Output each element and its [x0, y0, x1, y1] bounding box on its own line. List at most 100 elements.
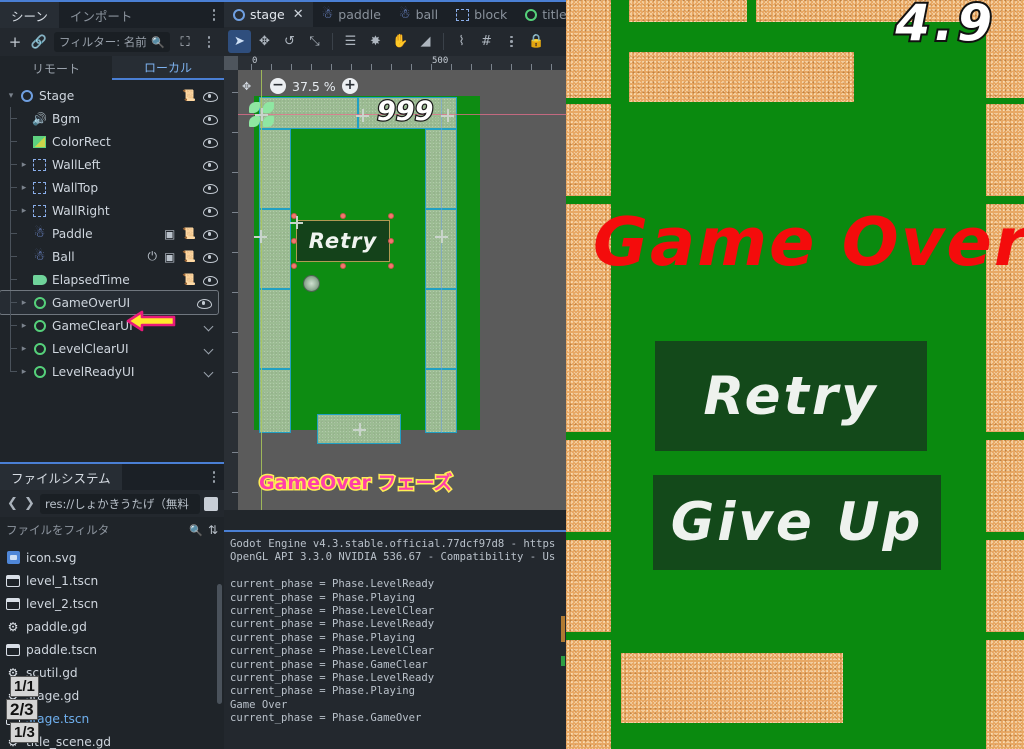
script-icon[interactable]: 📜	[182, 89, 196, 102]
select-icon[interactable]: ➤	[228, 30, 251, 53]
visibility-eye-icon[interactable]	[203, 135, 218, 148]
selection-handle-br[interactable]	[388, 263, 394, 269]
animation-icon[interactable]: ▣	[164, 250, 175, 264]
script-icon[interactable]: 📜	[182, 273, 196, 286]
snap-options-icon[interactable]	[500, 30, 523, 53]
editor-tab-ball[interactable]: ☃ ball	[390, 2, 447, 27]
scene-file-icon	[4, 574, 22, 587]
link-icon[interactable]: 🔗	[30, 33, 48, 51]
viewport-ruler-corner[interactable]	[224, 56, 238, 70]
tree-expander[interactable]: ▸	[17, 367, 31, 377]
pan-icon[interactable]: ✋	[389, 30, 412, 53]
scene-tree-item-ball[interactable]: ☃ Ball ⏻ ▣ 📜	[0, 245, 224, 268]
visibility-eye-icon[interactable]	[203, 112, 218, 125]
filesystem-scrollbar[interactable]	[217, 584, 222, 704]
scene-tree-item-gameclearui[interactable]: ▸ GameClearUI	[0, 314, 224, 337]
tree-expander[interactable]: ▸	[17, 206, 31, 216]
tree-expander[interactable]: ▸	[17, 183, 31, 193]
tab-local[interactable]: ローカル	[112, 56, 224, 80]
game-retry-button[interactable]: Retry	[655, 341, 927, 451]
tab-import[interactable]: インポート	[59, 2, 144, 28]
visibility-eye-icon[interactable]	[203, 204, 218, 217]
chevron-down-icon[interactable]	[204, 343, 216, 355]
scene-tree-item-wallright[interactable]: ▸ WallRight	[0, 199, 224, 222]
tree-expander[interactable]: ▸	[17, 321, 31, 331]
scene-tree-item-stage[interactable]: ▾ Stage 📜	[0, 84, 224, 107]
filesystem-item-paddle-gd[interactable]: ⚙ paddle.gd	[0, 615, 224, 638]
game-giveup-button[interactable]: Give Up	[653, 475, 941, 570]
retry-button-in-viewport[interactable]: Retry	[296, 220, 390, 262]
scene-tree-item-elapsedtime[interactable]: ElapsedTime 📜	[0, 268, 224, 291]
scene-tree-item-gameoverui[interactable]: ▸ GameOverUI	[0, 290, 219, 315]
selection-handle-ml[interactable]	[291, 238, 297, 244]
visibility-eye-icon[interactable]	[203, 89, 218, 102]
move-icon[interactable]: ✥	[253, 30, 276, 53]
zoom-in-icon[interactable]: +	[342, 78, 358, 94]
rotate-icon[interactable]: ↺	[278, 30, 301, 53]
game-window[interactable]: 4.9 Game Over Retry Give Up	[566, 0, 1024, 749]
filesystem-item-icon-svg[interactable]: icon.svg	[0, 546, 224, 569]
scene-tree-menu-icon[interactable]	[200, 33, 218, 51]
filesystem-item-level_2-tscn[interactable]: level_2.tscn	[0, 592, 224, 615]
filesystem-item-paddle-tscn[interactable]: paddle.tscn	[0, 638, 224, 661]
visibility-eye-icon[interactable]	[203, 227, 218, 240]
scene-tree-item-wallleft[interactable]: ▸ WallLeft	[0, 153, 224, 176]
selection-handle-tr[interactable]	[388, 213, 394, 219]
zoom-out-icon[interactable]: −	[270, 78, 286, 94]
scene-tree-item-levelclearui[interactable]: ▸ LevelClearUI	[0, 337, 224, 360]
scene-dock-menu-button[interactable]	[208, 2, 221, 28]
editor-tab-stage[interactable]: stage ✕	[224, 2, 313, 27]
viewport-center-view-icon[interactable]: ✥	[242, 80, 251, 93]
sort-icon[interactable]: ⇅	[208, 523, 218, 537]
scene-tree-item-colorrect[interactable]: ColorRect	[0, 130, 224, 153]
instance-scene-icon[interactable]: ⛶	[176, 33, 194, 51]
tree-expander[interactable]: ▸	[17, 160, 31, 170]
zoom-level-label[interactable]: 37.5 %	[292, 79, 336, 94]
filesystem-filter-input[interactable]: ファイルをフィルタ	[6, 522, 184, 538]
visibility-eye-icon[interactable]	[203, 273, 218, 286]
editor-tab-paddle[interactable]: ☃ paddle	[313, 2, 390, 27]
filesystem-path-field[interactable]: res://しょかきうたげ（無料	[40, 493, 200, 514]
2d-viewport[interactable]: 999 Retry 0 500 ✥ − 37.5 % +	[224, 56, 566, 510]
filesystem-dock-menu-button[interactable]	[208, 464, 221, 490]
chevron-down-icon[interactable]	[204, 320, 216, 332]
scene-filter-input[interactable]: フィルター: 名前 🔍	[54, 32, 170, 52]
selection-handle-bc[interactable]	[340, 263, 346, 269]
editor-tab-block[interactable]: block	[447, 2, 516, 27]
filesystem-item-level_1-tscn[interactable]: level_1.tscn	[0, 569, 224, 592]
tree-expander[interactable]: ▸	[17, 344, 31, 354]
snap-icon[interactable]: ⌇	[450, 30, 473, 53]
close-icon[interactable]: ✕	[293, 7, 304, 22]
visibility-eye-icon[interactable]	[203, 158, 218, 171]
tab-scene[interactable]: シーン	[0, 2, 59, 28]
script-icon[interactable]: 📜	[182, 227, 196, 240]
chevron-right-icon[interactable]: ❯	[23, 496, 36, 511]
toggle-split-mode-icon[interactable]	[204, 496, 218, 511]
selection-handle-tc[interactable]	[340, 213, 346, 219]
grid-snap-icon[interactable]: #	[475, 30, 498, 53]
scene-tree-item-walltop[interactable]: ▸ WallTop	[0, 176, 224, 199]
tree-expander[interactable]: ▾	[4, 91, 18, 101]
list-select-icon[interactable]: ☰	[339, 30, 362, 53]
animation-icon[interactable]: ▣	[164, 227, 175, 241]
selection-handle-bl[interactable]	[291, 263, 297, 269]
lock-icon[interactable]: 🔒	[525, 30, 548, 53]
visibility-eye-icon[interactable]	[197, 296, 212, 309]
selection-handle-mr[interactable]	[388, 238, 394, 244]
tab-remote[interactable]: リモート	[0, 56, 112, 80]
script-icon[interactable]: 📜	[182, 250, 196, 263]
scene-tree-item-levelreadyui[interactable]: ▸ LevelReadyUI	[0, 360, 224, 383]
unique-name-icon[interactable]: ⏻	[147, 249, 157, 264]
chevron-left-icon[interactable]: ❮	[6, 496, 19, 511]
scale-icon[interactable]: ⤡	[303, 30, 326, 53]
scene-tree-item-bgm[interactable]: 🔊 Bgm	[0, 107, 224, 130]
visibility-eye-icon[interactable]	[203, 250, 218, 263]
ruler-icon[interactable]: ◢	[414, 30, 437, 53]
tab-filesystem[interactable]: ファイルシステム	[0, 464, 122, 490]
visibility-eye-icon[interactable]	[203, 181, 218, 194]
plus-icon[interactable]: +	[6, 33, 24, 51]
tree-expander[interactable]: ▸	[17, 298, 31, 308]
ruler-pivot-icon[interactable]: ✸	[364, 30, 387, 53]
scene-tree-item-paddle[interactable]: ☃ Paddle ▣ 📜	[0, 222, 224, 245]
chevron-down-icon[interactable]	[204, 366, 216, 378]
